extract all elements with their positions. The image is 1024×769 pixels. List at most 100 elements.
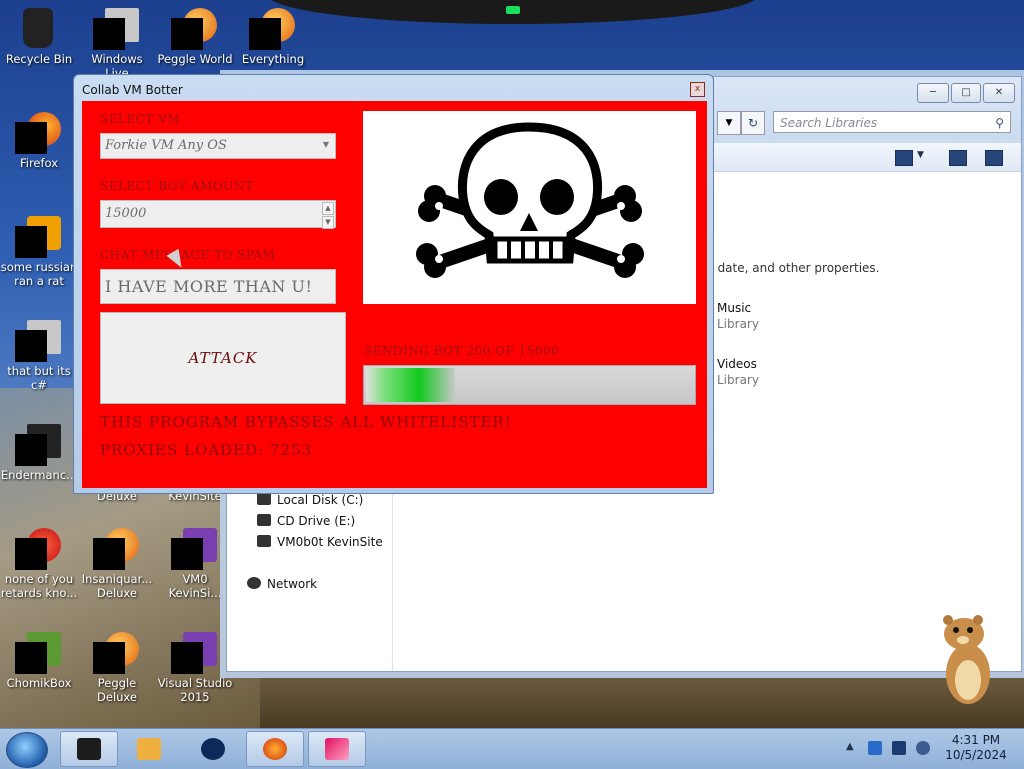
bypass-notice: THIS PROGRAM BYPASSES ALL WHITELISTER! <box>100 413 512 431</box>
desktop-icon-chomikbox[interactable]: ChomikBox <box>0 630 78 690</box>
redaction-box <box>249 18 281 50</box>
progress-status-text: SENDING BOT 200 OF 15000 <box>364 344 560 358</box>
chat-message-input[interactable]: I HAVE MORE THAN U! <box>100 269 336 304</box>
help-icon[interactable] <box>985 150 1003 166</box>
drive-icon <box>257 493 271 505</box>
start-button[interactable] <box>6 732 48 768</box>
network-tray-icon[interactable] <box>892 741 906 755</box>
network-icon <box>247 577 261 589</box>
globe-icon <box>201 738 225 760</box>
nav-label: Network <box>267 577 318 591</box>
desktop-icon-label: Insaniquar... Deluxe <box>81 572 153 600</box>
address-dropdown-button[interactable]: ▼ <box>717 111 741 135</box>
firefox-icon <box>263 738 287 760</box>
clock-date: 10/5/2024 <box>945 748 1007 762</box>
nav-item-network[interactable]: Network <box>247 577 317 591</box>
botter-window: Collab VM Botter x SELECT VM Forkie VM A… <box>73 74 714 494</box>
vm-toolbar-overlay <box>268 0 758 24</box>
redaction-box <box>93 18 125 50</box>
bot-amount-value: 15000 <box>105 206 147 221</box>
library-type: Library <box>717 317 759 331</box>
desktop-icon-label: Recycle Bin <box>5 52 73 66</box>
search-icon: ⚲ <box>995 116 1004 130</box>
redaction-box <box>93 642 125 674</box>
nav-label: Local Disk (C:) <box>277 493 364 507</box>
stepper-down-icon[interactable]: ▼ <box>322 216 334 229</box>
close-button[interactable]: x <box>690 82 705 97</box>
nav-item-local-disk[interactable]: Local Disk (C:) <box>257 493 363 507</box>
desktop-icon-vm0-kevinsite[interactable]: VM0 KevinSi... <box>156 526 234 600</box>
redaction-box <box>15 538 47 570</box>
chat-message-label: CHAT MESSAGE TO SPAM <box>100 248 276 262</box>
botter-panel: SELECT VM Forkie VM Any OS ▼ SELECT BOT A… <box>82 101 707 488</box>
desktop-icon-label: Everything <box>241 52 305 66</box>
taskbar-app-vm[interactable] <box>60 731 118 767</box>
close-button[interactable]: ✕ <box>983 83 1015 103</box>
vm-select-value: Forkie VM Any OS <box>105 138 227 153</box>
skull-image <box>363 111 696 304</box>
search-input[interactable]: Search Libraries ⚲ <box>773 111 1011 133</box>
search-placeholder: Search Libraries <box>780 116 878 130</box>
bot-amount-stepper[interactable]: 15000 ▲ ▼ <box>100 200 336 229</box>
hamster-mascot-icon <box>943 615 990 704</box>
media-player-icon <box>137 738 161 760</box>
redaction-box <box>15 226 47 258</box>
show-hidden-icons-icon[interactable]: ▲ <box>846 741 854 752</box>
taskbar-app-media[interactable] <box>120 731 178 767</box>
desktop-icon-insaniquarium[interactable]: Insaniquar... Deluxe <box>78 526 156 600</box>
desktop-icon-label: none of you retards kno... <box>0 572 78 600</box>
refresh-button[interactable]: ↻ <box>741 111 765 135</box>
attack-button[interactable]: ATTACK <box>100 312 346 404</box>
maximize-button[interactable]: □ <box>951 83 981 103</box>
desktop-icon-peggle-deluxe[interactable]: Peggle Deluxe <box>78 630 156 704</box>
redaction-box <box>93 538 125 570</box>
desktop: Recycle Bin Windows Live Peggle World Ev… <box>0 0 1024 728</box>
window-title: Collab VM Botter <box>82 83 183 97</box>
recycle-bin-icon <box>23 8 53 48</box>
taskbar-app-firefox[interactable] <box>246 731 304 767</box>
library-name: Music <box>717 301 752 315</box>
chat-message-value: I HAVE MORE THAN U! <box>105 277 313 296</box>
library-videos[interactable]: Videos Library <box>717 357 759 387</box>
taskbar-app-botter[interactable] <box>308 731 366 767</box>
system-clock[interactable]: 4:31 PM 10/5/2024 <box>938 733 1014 763</box>
volume-icon[interactable] <box>916 741 930 755</box>
desktop-icon-everything[interactable]: Everything <box>234 6 312 66</box>
network-drive-icon <box>257 535 271 547</box>
desktop-icon-endermanch[interactable]: Endermanc... <box>0 422 78 482</box>
desktop-icon-none-of-you[interactable]: none of you retards kno... <box>0 526 78 600</box>
vm-app-icon <box>77 738 101 760</box>
desktop-icon-peggle-world[interactable]: Peggle World <box>156 6 234 66</box>
redaction-box <box>15 122 47 154</box>
status-led-icon <box>506 6 520 14</box>
view-options-icon[interactable] <box>895 150 913 166</box>
nav-label: CD Drive (E:) <box>277 514 356 528</box>
stepper-up-icon[interactable]: ▲ <box>322 202 334 215</box>
desktop-icon-russian-rat[interactable]: some russian ran a rat <box>0 214 78 288</box>
desktop-icon-label: Visual Studio 2015 <box>157 676 233 704</box>
preview-pane-icon[interactable] <box>949 150 967 166</box>
library-name: Videos <box>717 357 757 371</box>
redaction-box <box>171 18 203 50</box>
stepper-controls: ▲ ▼ <box>322 202 334 229</box>
skull-crossbones-icon <box>416 122 644 278</box>
view-dropdown-icon[interactable]: ▼ <box>917 150 924 160</box>
proxies-count: PROXIES LOADED: 7253 <box>100 441 313 459</box>
botter-app-icon <box>325 738 349 760</box>
desktop-icon-label: Peggle Deluxe <box>97 676 137 704</box>
taskbar-app-globe[interactable] <box>184 731 242 767</box>
desktop-icon-visual-studio[interactable]: Visual Studio 2015 <box>156 630 234 704</box>
desktop-icon-firefox[interactable]: Firefox <box>0 110 78 170</box>
desktop-icon-label: Peggle World <box>157 52 233 66</box>
library-music[interactable]: Music Library <box>717 301 759 331</box>
nav-item-cd-drive[interactable]: CD Drive (E:) <box>257 514 355 528</box>
nav-item-vm0b0t[interactable]: VM0b0t KevinSite <box>257 535 383 549</box>
desktop-icon-recycle-bin[interactable]: Recycle Bin <box>0 6 78 66</box>
action-center-icon[interactable] <box>868 741 882 755</box>
desktop-icon-csharp[interactable]: that but its c# <box>0 318 78 392</box>
desktop-icon-windows-live[interactable]: Windows Live <box>78 6 156 80</box>
library-description: r, date, and other properties. <box>705 261 880 275</box>
redaction-box <box>15 434 47 466</box>
minimize-button[interactable]: ─ <box>917 83 949 103</box>
vm-select[interactable]: Forkie VM Any OS ▼ <box>100 133 336 159</box>
